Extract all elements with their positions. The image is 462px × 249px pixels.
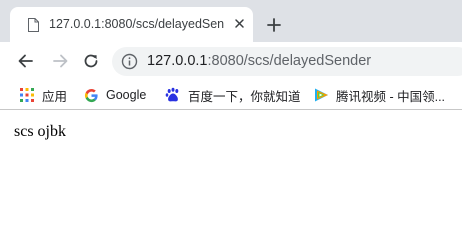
bookmark-google[interactable]: Google <box>84 86 146 104</box>
apps-grid-icon <box>20 88 34 102</box>
bookmark-tencent-video[interactable]: 腾讯视频 - 中国领... <box>313 86 445 104</box>
tencent-video-icon <box>315 88 328 102</box>
active-tab[interactable]: 127.0.0.1:8080/scs/delayedSen <box>10 7 253 42</box>
bookmark-label: 应用 <box>42 89 68 104</box>
address-bar[interactable]: 127.0.0.1:8080/scs/delayedSender <box>112 47 462 76</box>
tab-strip: 127.0.0.1:8080/scs/delayedSen <box>0 0 462 42</box>
google-g-icon <box>84 88 98 102</box>
tab-title: 127.0.0.1:8080/scs/delayedSen <box>49 17 225 31</box>
bookmark-apps[interactable]: 应用 <box>19 86 67 104</box>
bookmarks-bar: 应用 Google 百度一下，你就知道 腾讯视频 - 中国领... <box>0 80 462 110</box>
url-text: 127.0.0.1:8080/scs/delayedSender <box>147 53 371 69</box>
bookmark-baidu[interactable]: 百度一下，你就知道 <box>165 86 301 104</box>
back-arrow-icon[interactable] <box>16 51 36 71</box>
bookmark-label: Google <box>106 88 147 102</box>
page-content: scs ojbk <box>0 111 462 249</box>
url-path: :8080/scs/delayedSender <box>207 53 372 69</box>
site-info-icon[interactable] <box>121 53 138 70</box>
url-host: 127.0.0.1 <box>147 53 208 69</box>
baidu-paw-icon <box>165 87 179 102</box>
page-document-icon <box>28 18 39 32</box>
bookmark-label: 百度一下，你就知道 <box>188 89 301 104</box>
forward-arrow-icon[interactable] <box>50 51 70 71</box>
close-icon[interactable] <box>233 17 246 30</box>
bookmark-label: 腾讯视频 - 中国领... <box>336 89 446 104</box>
new-tab-plus-icon[interactable] <box>265 16 283 34</box>
reload-icon[interactable] <box>81 51 101 71</box>
toolbar: 127.0.0.1:8080/scs/delayedSender <box>0 42 462 80</box>
page-body-text: scs ojbk <box>14 123 66 140</box>
